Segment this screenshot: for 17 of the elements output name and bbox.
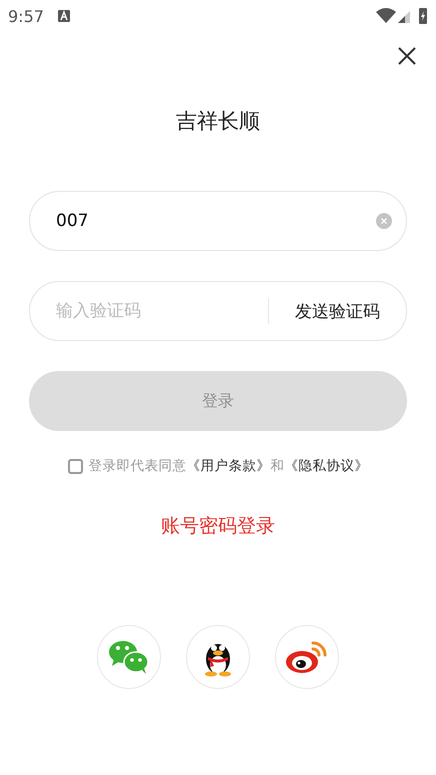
app-title: 吉祥长顺 — [175, 108, 261, 135]
code-field[interactable]: 输入验证码 发送验证码 — [29, 281, 407, 341]
eye-logo-icon — [285, 639, 329, 675]
chat-bubbles-icon — [108, 639, 150, 675]
agreement-text: 登录即代表同意《用户条款》和《隐私协议》 — [88, 457, 368, 475]
phone-field[interactable]: 007 — [29, 191, 407, 251]
agreement-checkbox[interactable] — [68, 458, 82, 474]
close-icon — [397, 46, 417, 66]
status-icons — [376, 7, 428, 25]
terms-link[interactable]: 《用户条款》 — [186, 458, 270, 474]
keyboard-notification-icon — [58, 10, 70, 22]
phone-input[interactable]: 007 — [54, 210, 376, 232]
code-input[interactable]: 输入验证码 — [54, 300, 268, 322]
status-time: 9:57 — [8, 6, 44, 26]
privacy-link[interactable]: 《隐私协议》 — [284, 458, 368, 474]
send-code-button[interactable]: 发送验证码 — [287, 300, 392, 322]
password-login-link[interactable]: 账号密码登录 — [161, 513, 275, 539]
